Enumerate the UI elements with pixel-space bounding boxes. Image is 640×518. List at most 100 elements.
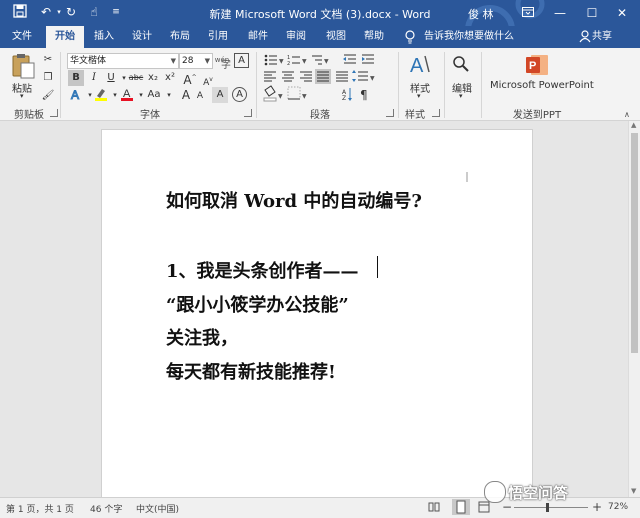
zoom-level[interactable]: 72%: [608, 502, 628, 512]
ribbon: 粘贴 ▾ ✂ ❐ 🖌 剪贴板 华文楷体 ▼ 28 ▼ wén 字 A B I U…: [0, 48, 640, 121]
group-divider: [60, 52, 61, 118]
zoom-slider[interactable]: [514, 507, 588, 508]
tab-review[interactable]: 审阅: [280, 26, 312, 48]
tab-mailings[interactable]: 邮件: [242, 26, 274, 48]
tab-layout[interactable]: 布局: [164, 26, 196, 48]
print-layout-icon[interactable]: [452, 499, 470, 515]
scroll-down-icon[interactable]: ▼: [631, 487, 636, 495]
font-name-value: 华文楷体: [70, 56, 107, 66]
vertical-scrollbar[interactable]: ▲ ▼: [628, 121, 640, 497]
align-right-icon: [300, 71, 312, 82]
send-to-powerpoint-button[interactable]: Microsoft PowerPoint: [490, 80, 594, 91]
shrink-font-icon[interactable]: Av: [200, 72, 216, 88]
font-group-label: 字体: [140, 110, 160, 121]
styles-icon[interactable]: A: [408, 52, 432, 78]
crop-mark-top-left: [154, 172, 164, 182]
shrink-font-button[interactable]: A: [192, 88, 208, 104]
font-size-combo[interactable]: 28 ▼: [179, 53, 213, 69]
paragraph-group-label: 段落: [310, 110, 330, 121]
cut-icon[interactable]: ✂: [40, 52, 56, 68]
svg-text:2: 2: [287, 61, 290, 67]
ribbon-tab-bar: 文件 开始 插入 设计 布局 引用 邮件 审阅 视图 帮助 告诉我你想要做什么 …: [0, 26, 640, 48]
lightbulb-icon: [404, 30, 418, 44]
editing-magnifier-icon[interactable]: [451, 54, 471, 74]
tab-help[interactable]: 帮助: [358, 26, 390, 48]
line-spacing-icon: [352, 70, 368, 82]
user-name[interactable]: 俊 林: [468, 6, 494, 22]
tab-home[interactable]: 开始: [46, 26, 84, 48]
minimize-icon[interactable]: —: [544, 0, 576, 26]
read-mode-icon[interactable]: [428, 501, 440, 516]
title-bar: ↶ ▾ ↻ ☝ ≡ 新建 Microsoft Word 文档 (3).docx …: [0, 0, 640, 26]
svg-text:P: P: [529, 60, 536, 72]
clipboard-launcher-icon[interactable]: [50, 109, 58, 117]
subscript-button[interactable]: x₂: [145, 70, 161, 86]
paste-dropdown-icon[interactable]: ▾: [20, 92, 24, 100]
zoom-slider-thumb[interactable]: [546, 503, 549, 512]
group-divider: [256, 52, 257, 118]
chevron-down-icon: ▼: [170, 57, 176, 65]
svg-text:▼: ▼: [370, 75, 375, 82]
enclosed-character-icon[interactable]: A: [232, 87, 247, 102]
styles-launcher-icon[interactable]: [432, 109, 440, 117]
numbering-icon: 12: [287, 55, 300, 67]
page-count[interactable]: 第 1 页，共 1 页: [6, 502, 74, 515]
chevron-down-icon[interactable]: ▾: [161, 87, 177, 103]
document-line[interactable]: 关注我，: [166, 324, 238, 350]
tab-references[interactable]: 引用: [202, 26, 234, 48]
increase-indent-icon: [362, 54, 374, 64]
chevron-down-icon[interactable]: ▾: [417, 92, 421, 100]
watermark-logo-icon: [484, 481, 506, 503]
zoom-in-button[interactable]: +: [592, 500, 602, 514]
ribbon-display-options-icon[interactable]: [512, 0, 544, 26]
svg-text:A: A: [71, 88, 79, 101]
svg-text:¶: ¶: [360, 88, 368, 102]
document-line[interactable]: “跟小小筱学办公技能”: [166, 291, 349, 317]
font-launcher-icon[interactable]: [244, 109, 252, 117]
bold-button[interactable]: B: [68, 70, 84, 86]
tab-design[interactable]: 设计: [126, 26, 158, 48]
strikethrough-button[interactable]: abc: [127, 70, 145, 86]
paragraph-launcher-icon[interactable]: [386, 109, 394, 117]
tab-insert[interactable]: 插入: [88, 26, 120, 48]
tab-file[interactable]: 文件: [4, 26, 40, 48]
send-ppt-group-label: 发送到PPT: [512, 110, 562, 121]
powerpoint-icon[interactable]: P: [525, 54, 549, 76]
watermark-text: 悟空问答: [508, 484, 569, 502]
distributed-icon: [336, 71, 348, 82]
scrollbar-thumb[interactable]: [631, 133, 638, 353]
share-button[interactable]: 共享: [592, 26, 612, 48]
superscript-button[interactable]: x²: [162, 70, 178, 86]
italic-button[interactable]: I: [86, 70, 102, 86]
svg-text:▼: ▼: [279, 58, 284, 65]
group-divider: [444, 52, 445, 118]
show-marks-icon: ¶: [360, 88, 368, 102]
crop-mark-top-right: [466, 172, 468, 182]
word-count[interactable]: 46 个字: [90, 502, 122, 515]
copy-icon[interactable]: ❐: [40, 70, 56, 86]
close-icon[interactable]: ✕: [606, 0, 638, 26]
paste-icon[interactable]: [10, 52, 36, 80]
grow-font-icon[interactable]: A^: [182, 70, 198, 87]
collapse-ribbon-icon[interactable]: ∧: [624, 110, 630, 119]
tell-me-search[interactable]: 告诉我你想要做什么: [424, 26, 514, 48]
document-heading[interactable]: 如何取消 Word 中的自动编号?: [166, 187, 422, 213]
clipboard-group-label: 剪贴板: [14, 110, 44, 121]
document-line[interactable]: 每天都有新技能推荐!: [166, 358, 336, 384]
font-name-combo[interactable]: 华文楷体 ▼: [67, 53, 179, 69]
paragraph-tools: ▼ 12 ▼ ▼ ▼ ▼ ▼ AZ ¶: [262, 52, 392, 104]
web-layout-icon[interactable]: [478, 501, 490, 516]
align-left-icon: [264, 71, 276, 82]
character-shading-icon[interactable]: A: [212, 87, 228, 103]
tab-view[interactable]: 视图: [320, 26, 352, 48]
maximize-icon[interactable]: ☐: [576, 0, 608, 26]
scroll-up-icon[interactable]: ▲: [631, 121, 636, 129]
multilevel-icon: [312, 55, 322, 65]
phonetic-guide-icon[interactable]: 字: [218, 58, 234, 74]
language-status[interactable]: 中文(中国): [136, 502, 179, 515]
chevron-down-icon[interactable]: ▾: [459, 92, 463, 100]
document-line[interactable]: 1、我是头条创作者——: [166, 257, 359, 283]
svg-text:▼: ▼: [302, 93, 307, 100]
format-painter-icon[interactable]: 🖌: [40, 88, 56, 104]
character-border-icon[interactable]: A: [234, 53, 249, 68]
